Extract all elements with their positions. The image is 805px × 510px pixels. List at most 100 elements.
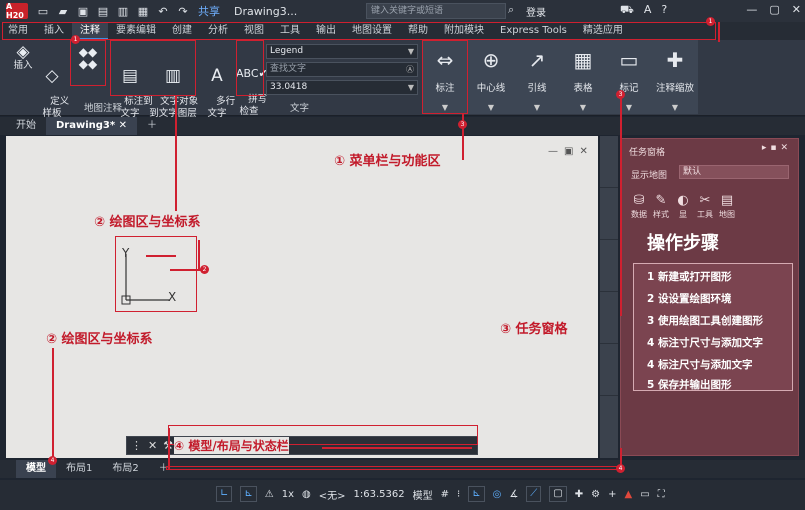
save-as-icon[interactable]: ▤ bbox=[96, 5, 110, 18]
close-icon[interactable]: ✕ bbox=[792, 3, 801, 16]
close-tab-icon[interactable]: ✕ bbox=[119, 120, 127, 131]
search-input[interactable]: 键入关键字或短语 bbox=[366, 3, 506, 19]
grid-icon[interactable]: # bbox=[441, 489, 449, 500]
annotation-canvas-axis-2: ② 绘图区与坐标系 bbox=[46, 328, 153, 347]
login-button[interactable]: 登录 bbox=[526, 4, 546, 19]
insert-button[interactable]: ◈ 插入 bbox=[10, 44, 36, 72]
open-folder-icon[interactable]: ▰ bbox=[56, 5, 70, 18]
help-icon[interactable]: ? bbox=[661, 3, 667, 18]
minimize-icon[interactable]: — bbox=[548, 146, 558, 157]
gear-icon[interactable]: ⚙ bbox=[591, 489, 600, 500]
drag-handle-icon[interactable]: ⋮ bbox=[131, 439, 142, 452]
quick-access-toolbar: ▭ ▰ ▣ ▤ ▥ ▦ ↶ ↷ bbox=[36, 5, 190, 18]
centerline-button[interactable]: ⊕ 中心线 ▼ bbox=[468, 40, 514, 114]
alert-icon[interactable]: ▲ bbox=[625, 489, 633, 500]
callout-line bbox=[322, 447, 472, 449]
strip-tab[interactable] bbox=[600, 136, 618, 188]
screen-icon[interactable]: ▭ bbox=[640, 489, 649, 500]
data-tab[interactable]: ⛁ 数据 bbox=[631, 193, 647, 220]
task-pane-icons: ⛁ 数据 ✎ 样式 ◐ 显 ✂ 工具 ▤ 地图 bbox=[631, 193, 735, 220]
strip-tab[interactable] bbox=[600, 344, 618, 396]
tab-layout2[interactable]: 布局2 bbox=[102, 460, 148, 478]
step-item: 2 设设置绘图环境 bbox=[647, 293, 732, 305]
cart-icon[interactable]: ⛟ bbox=[620, 3, 634, 18]
callout-line bbox=[198, 240, 200, 270]
scale-value[interactable]: 1x bbox=[282, 489, 294, 500]
show-map-select[interactable]: 默认 bbox=[679, 165, 789, 179]
strip-tab[interactable] bbox=[600, 188, 618, 240]
globe-icon[interactable]: ◍ bbox=[302, 489, 311, 500]
print-icon[interactable]: ▦ bbox=[136, 5, 150, 18]
minimize-icon[interactable]: — bbox=[746, 3, 757, 16]
tab-drawing3[interactable]: Drawing3* ✕ bbox=[46, 117, 137, 135]
callout-box-ribbon-dim bbox=[422, 40, 468, 114]
model-label[interactable]: 模型 bbox=[413, 487, 433, 502]
step-item: 5 保存并输出图形 bbox=[647, 379, 732, 391]
export-icon[interactable]: ▥ bbox=[116, 5, 130, 18]
ortho-icon[interactable]: ∟ bbox=[216, 486, 233, 502]
track-icon[interactable]: ∡ bbox=[509, 489, 518, 500]
text-style-dropdown[interactable]: Legend ▼ bbox=[266, 44, 418, 59]
leader-icon: ↗ bbox=[528, 48, 546, 72]
callout-badge-3: 3 bbox=[616, 90, 625, 99]
share-button[interactable]: 共享 bbox=[198, 3, 220, 19]
annotation-icon[interactable]: ✚ bbox=[575, 489, 583, 500]
text-height-dropdown[interactable]: 33.0418 ▼ bbox=[266, 80, 418, 95]
tab-layout1[interactable]: 布局1 bbox=[56, 460, 102, 478]
task-pane-title: 任务窗格 bbox=[629, 148, 666, 158]
snap-icon[interactable]: ⊾ bbox=[240, 486, 257, 502]
warning-icon[interactable]: ⚠ bbox=[265, 489, 274, 500]
selection-icon[interactable]: ▢ bbox=[549, 486, 567, 502]
restore-icon[interactable]: ▣ bbox=[564, 146, 573, 157]
callout-line bbox=[146, 255, 176, 257]
annotation-scale-button[interactable]: ✚ 注释缩放 ▼ bbox=[652, 40, 698, 114]
markup-icon: ▭ bbox=[619, 48, 639, 72]
table-icon: ▦ bbox=[573, 48, 593, 72]
callout-badge-3: 3 bbox=[458, 120, 467, 129]
none-label[interactable]: <无> bbox=[319, 487, 346, 502]
add-tab-icon[interactable]: ＋ bbox=[137, 117, 167, 135]
callout-line bbox=[718, 22, 720, 42]
window-controls: — ▢ ✕ bbox=[746, 3, 801, 16]
callout-line bbox=[620, 96, 622, 316]
dotgrid-icon[interactable]: ⁝ bbox=[457, 489, 460, 500]
display-tab[interactable]: ◐ 显 bbox=[675, 193, 691, 220]
close-icon[interactable]: ✕ bbox=[579, 146, 587, 157]
strip-tab[interactable] bbox=[600, 292, 618, 344]
annotation-menu-ribbon: ① 菜单栏与功能区 bbox=[334, 150, 441, 169]
new-file-icon[interactable]: ▭ bbox=[36, 5, 50, 18]
tab-start[interactable]: 开始 bbox=[6, 117, 46, 135]
strip-tab[interactable] bbox=[600, 240, 618, 292]
redo-icon[interactable]: ↷ bbox=[176, 5, 190, 18]
search-icon[interactable]: ⌕ bbox=[508, 3, 514, 17]
side-tool-strip bbox=[600, 136, 618, 458]
table-button[interactable]: ▦ 表格 ▼ bbox=[560, 40, 606, 114]
leader-button[interactable]: ↗ 引线 ▼ bbox=[514, 40, 560, 114]
find-icon: Ⓐ bbox=[406, 65, 414, 74]
callout-badge-1: 1 bbox=[706, 17, 715, 26]
fullscreen-icon[interactable]: ⛶ bbox=[658, 489, 665, 500]
annotation-task-pane: ③ 任务窗格 bbox=[500, 318, 568, 337]
markup-button[interactable]: ▭ 标记 ▼ bbox=[606, 40, 652, 114]
callout-box-ribbon-text bbox=[110, 40, 196, 96]
save-icon[interactable]: ▣ bbox=[76, 5, 90, 18]
undo-icon[interactable]: ↶ bbox=[156, 5, 170, 18]
osnap-icon[interactable]: ◎ bbox=[493, 489, 502, 500]
tools-tab[interactable]: ✂ 工具 bbox=[697, 193, 713, 220]
chevron-down-icon: ▼ bbox=[407, 47, 414, 56]
maximize-icon[interactable]: ▢ bbox=[769, 3, 779, 16]
close-icon[interactable]: ✕ bbox=[148, 439, 157, 452]
task-pane-controls[interactable]: ▸▪✕ bbox=[762, 143, 792, 153]
scale-ratio[interactable]: 1:63.5362 bbox=[354, 489, 405, 500]
chevron-down-icon: ▼ bbox=[579, 103, 587, 112]
find-text-input[interactable]: 查找文字 Ⓐ bbox=[266, 62, 418, 77]
font-icon[interactable]: A bbox=[644, 3, 652, 18]
map-tab[interactable]: ▤ 地图 bbox=[719, 193, 735, 220]
plus-icon[interactable]: + bbox=[608, 489, 616, 500]
style-tab[interactable]: ✎ 样式 bbox=[653, 193, 669, 220]
lineweight-icon[interactable]: ⟋ bbox=[526, 486, 542, 502]
step-item: 4 标注尺寸与添加文字 bbox=[647, 359, 753, 371]
callout-line bbox=[168, 428, 170, 470]
drawing-canvas[interactable] bbox=[6, 136, 598, 458]
polar-icon[interactable]: ⊾ bbox=[468, 486, 485, 502]
